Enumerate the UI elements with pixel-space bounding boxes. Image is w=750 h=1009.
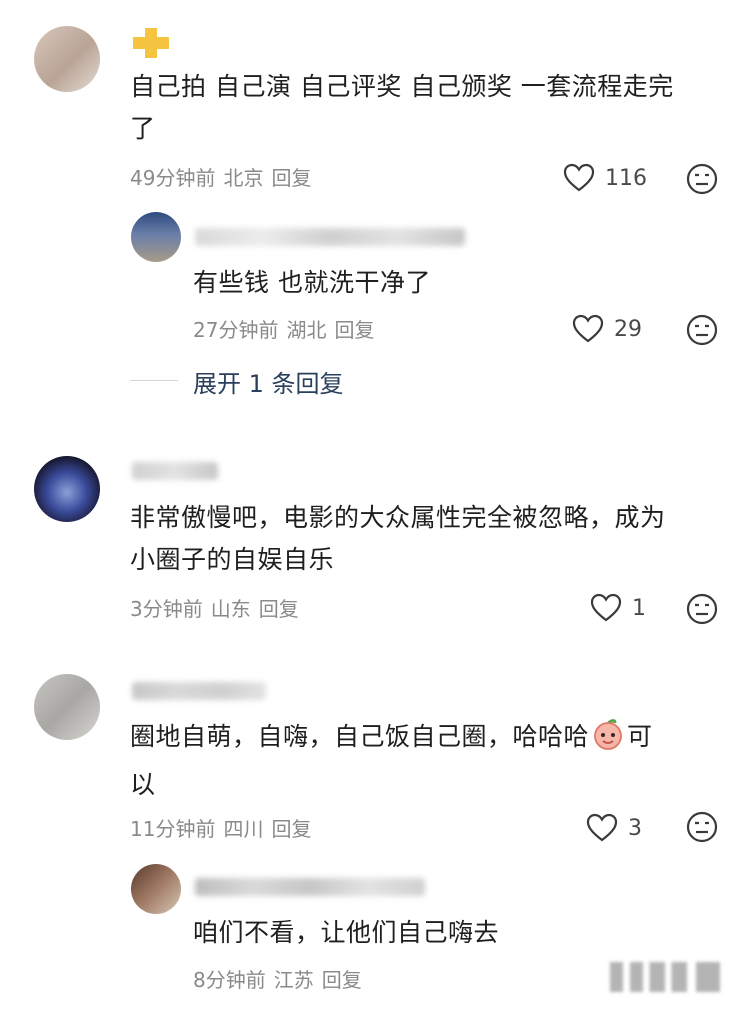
timestamp: 27分钟前 [193, 318, 279, 342]
comment-meta: 8分钟前 江苏 回复 [193, 964, 370, 993]
comment-text: 自己拍 自己演 自己评奖 自己颁奖 一套流程走完 了 [130, 72, 674, 143]
avatar[interactable] [131, 864, 181, 914]
heart-outline-icon [563, 163, 595, 193]
username-blurred [195, 878, 425, 896]
expand-replies-button[interactable]: 展开 1 条回复 [193, 364, 344, 399]
timestamp: 11分钟前 [130, 817, 216, 841]
like-button[interactable]: 29 [572, 314, 642, 344]
like-button[interactable] [610, 962, 720, 992]
like-button[interactable]: 116 [563, 163, 647, 193]
peach-face-emoji [591, 717, 625, 764]
location: 四川 [223, 817, 264, 841]
neutral-face-icon[interactable] [686, 163, 718, 195]
like-count: 29 [614, 316, 642, 342]
comment-meta: 27分钟前 湖北 回复 [193, 314, 382, 343]
avatar[interactable] [34, 674, 100, 740]
like-count: 3 [628, 815, 642, 841]
like-count: 116 [605, 165, 647, 191]
heart-outline-icon [590, 593, 622, 623]
username-blurred [132, 682, 266, 700]
location: 山东 [210, 597, 251, 621]
timestamp: 3分钟前 [130, 597, 203, 621]
avatar[interactable] [34, 456, 100, 522]
comment-text: 圈地自萌，自嗨，自己饭自己圈，哈哈哈 可 以 [130, 716, 730, 806]
comment-text: 咱们不看，让他们自己嗨去 [193, 918, 500, 947]
heart-outline-icon [586, 813, 618, 843]
neutral-face-icon[interactable] [686, 811, 718, 843]
reply-button[interactable]: 回复 [259, 597, 299, 621]
comment-text: 有些钱 也就洗干净了 [193, 268, 431, 297]
like-button[interactable]: 1 [590, 593, 646, 623]
neutral-face-icon[interactable] [686, 314, 718, 346]
expand-divider [130, 380, 178, 381]
like-button[interactable]: 3 [586, 813, 642, 843]
username-blurred [132, 462, 218, 480]
location: 湖北 [286, 318, 327, 342]
reply-button[interactable]: 回复 [334, 318, 374, 342]
comment-meta: 11分钟前 四川 回复 [130, 813, 319, 842]
comment-text: 非常傲慢吧，电影的大众属性完全被忽略，成为 小圈子的自娱自乐 [130, 503, 666, 574]
like-count: 1 [632, 595, 646, 621]
avatar[interactable] [131, 212, 181, 262]
reply-button[interactable]: 回复 [271, 166, 311, 190]
plus-badge-icon [133, 28, 169, 58]
location: 江苏 [273, 968, 314, 992]
username-blurred [195, 228, 465, 246]
neutral-face-icon[interactable] [686, 593, 718, 625]
location: 北京 [223, 166, 264, 190]
reply-button[interactable]: 回复 [322, 968, 362, 992]
reply-button[interactable]: 回复 [271, 817, 311, 841]
comment-meta: 3分钟前 山东 回复 [130, 593, 307, 622]
avatar[interactable] [34, 26, 100, 92]
timestamp: 8分钟前 [193, 968, 266, 992]
timestamp: 49分钟前 [130, 166, 216, 190]
comment-meta: 49分钟前 北京 回复 [130, 162, 319, 191]
heart-outline-icon [572, 314, 604, 344]
